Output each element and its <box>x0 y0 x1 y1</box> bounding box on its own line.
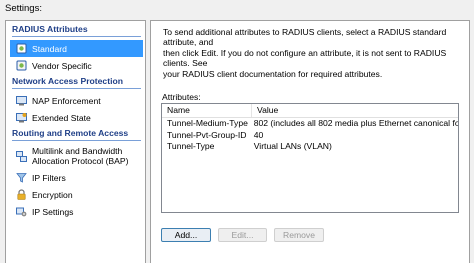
sidebar-item-label: Vendor Specific <box>32 60 92 71</box>
attribute-name: Tunnel-Type <box>167 141 215 151</box>
sidebar-item-extended-state[interactable]: Extended State <box>10 109 143 126</box>
ip-settings-icon <box>16 206 27 217</box>
section-header-radius-attributes: RADIUS Attributes <box>12 24 141 37</box>
sidebar-item-encryption[interactable]: Encryption <box>10 186 143 203</box>
sidebar-item-label: Encryption <box>32 189 73 200</box>
sidebar-item-ip-filters[interactable]: IP Filters <box>10 169 143 186</box>
settings-navigation-pane: RADIUS Attributes Standard Vendor Specif… <box>5 20 146 263</box>
sidebar-item-nap-enforcement[interactable]: NAP Enforcement <box>10 92 143 109</box>
sidebar-item-label: IP Settings <box>32 206 74 217</box>
attributes-list-header: Name Value <box>162 104 458 118</box>
attribute-value: 802 (includes all 802 media plus Etherne… <box>253 118 458 128</box>
settings-label: Settings: <box>5 3 42 14</box>
description-text: To send additional attributes to RADIUS … <box>163 27 447 79</box>
nap-enforcement-icon <box>16 95 27 106</box>
attribute-name: Tunnel-Pvt-Group-ID <box>167 129 247 140</box>
settings-details-pane: To send additional attributes to RADIUS … <box>150 20 470 263</box>
extended-state-icon <box>16 112 27 123</box>
lock-icon <box>16 189 27 200</box>
column-header-name[interactable]: Name <box>162 104 252 117</box>
attribute-name: Tunnel-Medium-Type <box>167 118 248 128</box>
attribute-value: Virtual LANs (VLAN) <box>253 141 332 151</box>
sidebar-item-standard[interactable]: Standard <box>10 40 143 57</box>
attribute-value: 40 <box>253 129 264 140</box>
sidebar-item-label: Extended State <box>32 112 91 123</box>
section-header-network-access-protection: Network Access Protection <box>12 76 141 89</box>
table-row[interactable]: Tunnel-Medium-Type 802 (includes all 802… <box>162 118 458 130</box>
attributes-list[interactable]: Name Value Tunnel-Medium-Type 802 (inclu… <box>161 103 459 213</box>
add-button[interactable]: Add... <box>161 228 211 242</box>
sidebar-item-vendor-specific[interactable]: Vendor Specific <box>10 57 143 74</box>
edit-button[interactable]: Edit... <box>218 228 267 242</box>
remove-button[interactable]: Remove <box>274 228 324 242</box>
sidebar-item-label: IP Filters <box>32 172 66 183</box>
sidebar-item-label: Multilink and Bandwidth Allocation Proto… <box>32 146 129 166</box>
column-header-value[interactable]: Value <box>252 104 278 117</box>
sidebar-item-ip-settings[interactable]: IP Settings <box>10 203 143 220</box>
ip-filters-icon <box>16 172 27 183</box>
radius-attribute-icon <box>16 60 27 71</box>
section-header-routing-and-remote-access: Routing and Remote Access <box>12 128 141 141</box>
multilink-icon <box>16 150 27 162</box>
table-row[interactable]: Tunnel-Pvt-Group-ID 40 <box>162 130 458 142</box>
table-row[interactable]: Tunnel-Type Virtual LANs (VLAN) <box>162 141 458 153</box>
radius-attribute-icon <box>16 43 27 54</box>
attributes-label: Attributes: <box>162 92 201 102</box>
sidebar-item-label: NAP Enforcement <box>32 95 101 106</box>
sidebar-item-label: Standard <box>32 43 67 54</box>
sidebar-item-multilink-bap[interactable]: Multilink and Bandwidth Allocation Proto… <box>10 143 143 169</box>
